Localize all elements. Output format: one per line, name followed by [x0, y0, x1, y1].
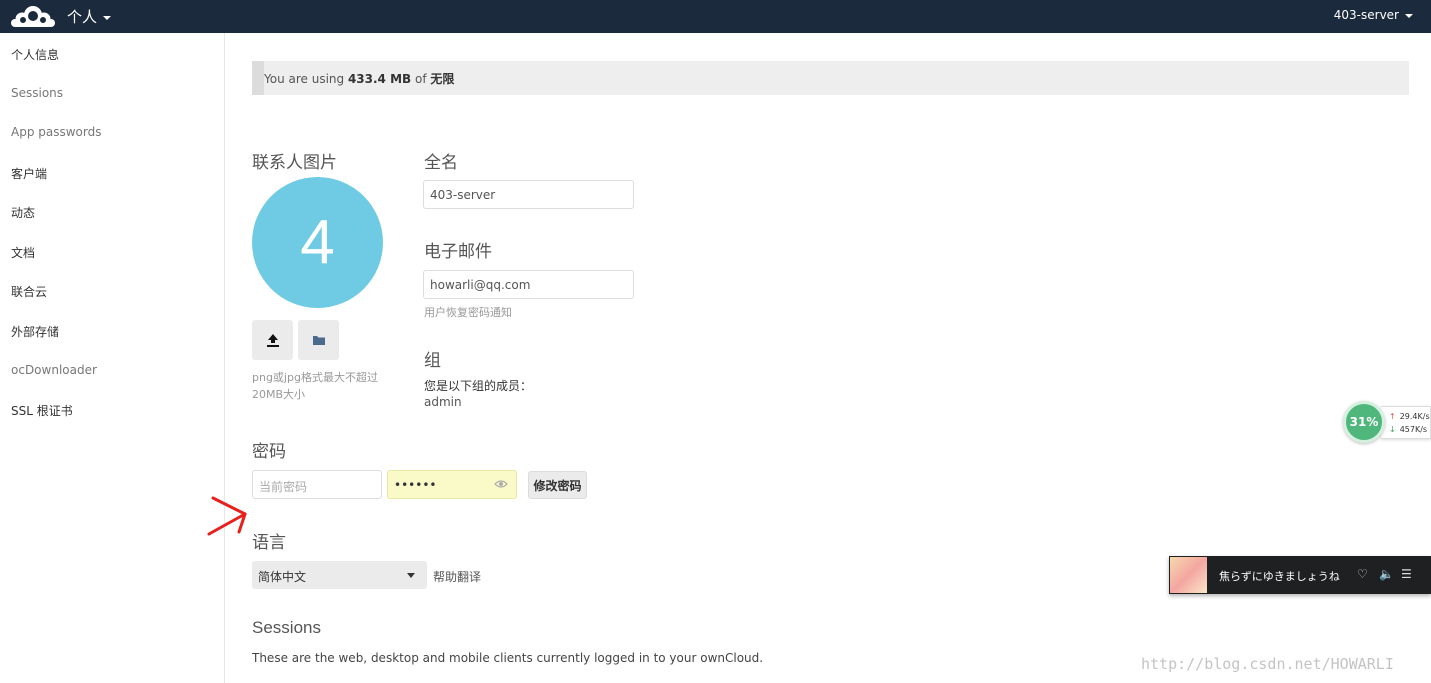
- heart-icon[interactable]: ♡: [1357, 567, 1368, 581]
- upload-avatar-button[interactable]: [252, 320, 293, 360]
- music-player: 焦らずにゆきましょうね ♡ 🔈 ☰: [1169, 556, 1431, 594]
- owncloud-logo-icon[interactable]: [9, 4, 57, 28]
- sidebar-item-activity[interactable]: 动态: [11, 204, 35, 221]
- upload-arrow-icon: ↑: [1389, 412, 1396, 421]
- user-name: 403-server: [1333, 8, 1399, 22]
- fullname-field[interactable]: 403-server: [423, 180, 634, 209]
- language-title: 语言: [252, 533, 286, 553]
- sidebar: 个人信息 Sessions App passwords 客户端 动态 文档 联合…: [0, 33, 225, 683]
- playlist-icon[interactable]: ☰: [1401, 567, 1412, 581]
- sessions-description: These are the web, desktop and mobile cl…: [252, 651, 764, 665]
- sidebar-item-sessions[interactable]: Sessions: [11, 86, 63, 100]
- language-select[interactable]: 简体中文: [252, 561, 427, 589]
- current-password-input[interactable]: 当前密码: [252, 470, 382, 499]
- sidebar-item-app-passwords[interactable]: App passwords: [11, 125, 101, 139]
- password-title: 密码: [252, 442, 286, 462]
- fullname-title: 全名: [424, 153, 458, 173]
- track-title: 焦らずにゆきましょうね: [1219, 570, 1340, 583]
- sidebar-item-documents[interactable]: 文档: [11, 244, 35, 261]
- avatar-hint: png或jpg格式最大不超过20MB大小: [252, 371, 378, 401]
- quota-bar: You are using 433.4 MB of 无限: [252, 61, 1409, 95]
- avatar-section-title: 联系人图片: [252, 153, 337, 173]
- speed-panel: ↑ 29.4K/s ↓ 457K/s: [1381, 406, 1431, 439]
- sessions-title: Sessions: [252, 618, 321, 637]
- download-speed: 457K/s: [1399, 425, 1428, 434]
- sidebar-item-personal-info[interactable]: 个人信息: [11, 46, 59, 63]
- group-member-name: admin: [424, 395, 462, 409]
- volume-icon[interactable]: 🔈: [1379, 567, 1394, 581]
- quota-text: You are using 433.4 MB of 无限: [264, 72, 455, 86]
- sidebar-item-federated-cloud[interactable]: 联合云: [11, 283, 47, 300]
- change-password-button[interactable]: 修改密码: [528, 471, 587, 499]
- sidebar-item-external-storage[interactable]: 外部存储: [11, 323, 59, 340]
- language-selected-value: 简体中文: [258, 570, 307, 584]
- help-translate-link[interactable]: 帮助翻译: [433, 568, 481, 585]
- album-art[interactable]: [1170, 557, 1207, 593]
- download-arrow-icon: ↓: [1389, 425, 1396, 434]
- folder-icon: [312, 336, 325, 345]
- avatar: 4: [252, 177, 383, 308]
- select-avatar-from-files-button[interactable]: [298, 320, 339, 360]
- chevron-down-icon: [103, 15, 112, 20]
- user-menu[interactable]: 403-server: [1334, 8, 1413, 22]
- chevron-down-icon: [1405, 14, 1413, 18]
- network-speed-widget[interactable]: ↑ 29.4K/s ↓ 457K/s 31%: [1343, 401, 1431, 445]
- upload-speed: 29.4K/s: [1399, 412, 1430, 421]
- app-menu[interactable]: 个人: [67, 6, 112, 27]
- top-header: 个人 403-server: [0, 0, 1431, 33]
- upload-icon: [266, 334, 279, 347]
- email-hint: 用户恢复密码通知: [424, 306, 512, 319]
- email-title: 电子邮件: [424, 242, 492, 262]
- sidebar-item-ssl-root-certificates[interactable]: SSL 根证书: [11, 402, 73, 419]
- speed-percent-badge[interactable]: 31%: [1343, 401, 1385, 443]
- chevron-down-icon: [407, 573, 415, 578]
- groups-title: 组: [424, 351, 441, 371]
- watermark: http://blog.csdn.net/HOWARLI: [1141, 655, 1394, 673]
- app-menu-label: 个人: [67, 8, 98, 26]
- groups-description: 您是以下组的成员：: [424, 379, 533, 393]
- sidebar-item-ocdownloader[interactable]: ocDownloader: [11, 363, 97, 377]
- red-arrow-annotation: [207, 496, 247, 536]
- sidebar-item-clients[interactable]: 客户端: [11, 165, 47, 182]
- eye-icon[interactable]: [494, 479, 508, 489]
- email-field[interactable]: howarli@qq.com: [423, 270, 634, 299]
